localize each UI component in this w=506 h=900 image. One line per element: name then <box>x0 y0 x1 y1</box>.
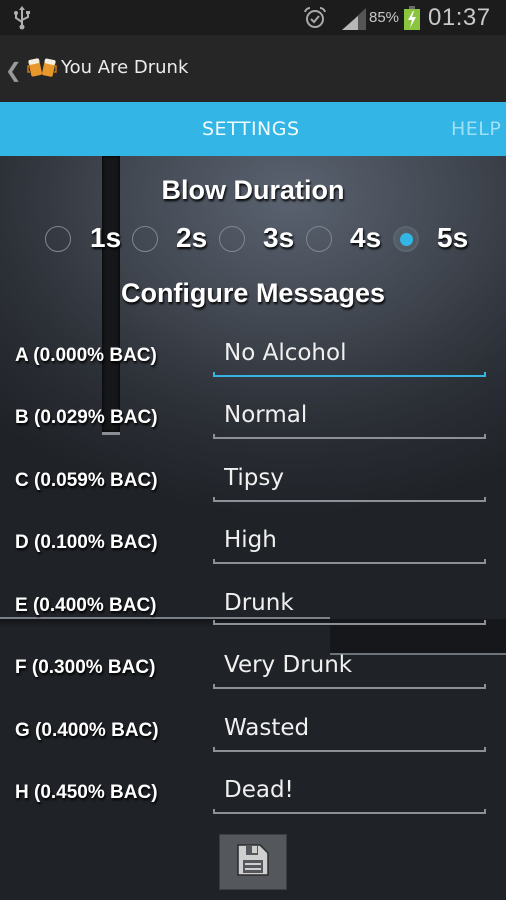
clock: 01:37 <box>428 4 491 31</box>
message-row-g: G (0.400% BAC) <box>0 706 506 768</box>
input-underline <box>213 684 486 689</box>
radio-label-1s[interactable]: 1s <box>90 222 121 254</box>
radio-label-2s[interactable]: 2s <box>176 222 207 254</box>
message-label: E (0.400% BAC) <box>15 595 157 616</box>
message-input-a[interactable] <box>213 331 486 375</box>
message-row-c: C (0.059% BAC) <box>0 456 506 518</box>
input-underline <box>213 809 486 814</box>
radio-label-3s[interactable]: 3s <box>263 222 294 254</box>
message-input-h[interactable] <box>213 768 486 812</box>
app-title: You Are Drunk <box>61 57 189 78</box>
tab-help[interactable]: HELP <box>451 118 501 140</box>
settings-panel: Blow Duration 1s 2s 3s 4s 5s Configure M… <box>0 156 506 900</box>
input-underline <box>213 747 486 752</box>
message-label: F (0.300% BAC) <box>15 657 156 678</box>
message-input-g[interactable] <box>213 706 486 750</box>
battery-charging-icon <box>404 6 420 35</box>
alarm-icon <box>303 6 327 35</box>
tab-bar: SETTINGS HELP <box>0 102 506 156</box>
input-underline <box>213 559 486 564</box>
input-underline <box>213 434 486 439</box>
message-label: H (0.450% BAC) <box>15 782 158 803</box>
message-row-f: F (0.300% BAC) <box>0 643 506 705</box>
blow-duration-heading: Blow Duration <box>161 175 345 205</box>
blow-duration-radio-group: 1s 2s 3s 4s 5s <box>0 222 506 258</box>
message-label: C (0.059% BAC) <box>15 470 158 491</box>
input-underline-focused <box>213 372 486 377</box>
message-label: G (0.400% BAC) <box>15 720 159 741</box>
message-input-b[interactable] <box>213 393 486 437</box>
message-input-d[interactable] <box>213 518 486 562</box>
radio-1s[interactable] <box>45 226 71 252</box>
message-label: B (0.029% BAC) <box>15 407 158 428</box>
back-icon[interactable]: ❮ <box>5 58 22 83</box>
save-button[interactable] <box>219 834 287 890</box>
radio-5s[interactable] <box>393 226 419 252</box>
status-bar: 85% 01:37 <box>0 0 506 35</box>
signal-icon <box>342 8 366 35</box>
radio-2s[interactable] <box>132 226 158 252</box>
usb-icon <box>12 5 32 36</box>
battery-percent: 85% <box>369 9 400 26</box>
radio-3s[interactable] <box>219 226 245 252</box>
message-label: D (0.100% BAC) <box>15 532 158 553</box>
radio-label-5s[interactable]: 5s <box>437 222 468 254</box>
input-underline <box>213 620 486 625</box>
message-input-f[interactable] <box>213 643 486 687</box>
message-input-e[interactable] <box>213 581 486 625</box>
message-row-b: B (0.029% BAC) <box>0 393 506 455</box>
message-input-c[interactable] <box>213 456 486 500</box>
message-row-h: H (0.450% BAC) <box>0 768 506 830</box>
beer-mugs-icon[interactable] <box>27 56 57 83</box>
message-row-e: E (0.400% BAC) <box>0 581 506 643</box>
message-label: A (0.000% BAC) <box>15 345 157 366</box>
radio-label-4s[interactable]: 4s <box>350 222 381 254</box>
action-bar: ❮ You Are Drunk <box>0 35 506 102</box>
radio-4s[interactable] <box>306 226 332 252</box>
message-row-a: A (0.000% BAC) <box>0 331 506 393</box>
input-underline <box>213 497 486 502</box>
message-row-d: D (0.100% BAC) <box>0 518 506 580</box>
configure-messages-heading: Configure Messages <box>120 278 386 308</box>
floppy-disk-icon <box>236 843 270 882</box>
tab-settings[interactable]: SETTINGS <box>202 118 300 140</box>
